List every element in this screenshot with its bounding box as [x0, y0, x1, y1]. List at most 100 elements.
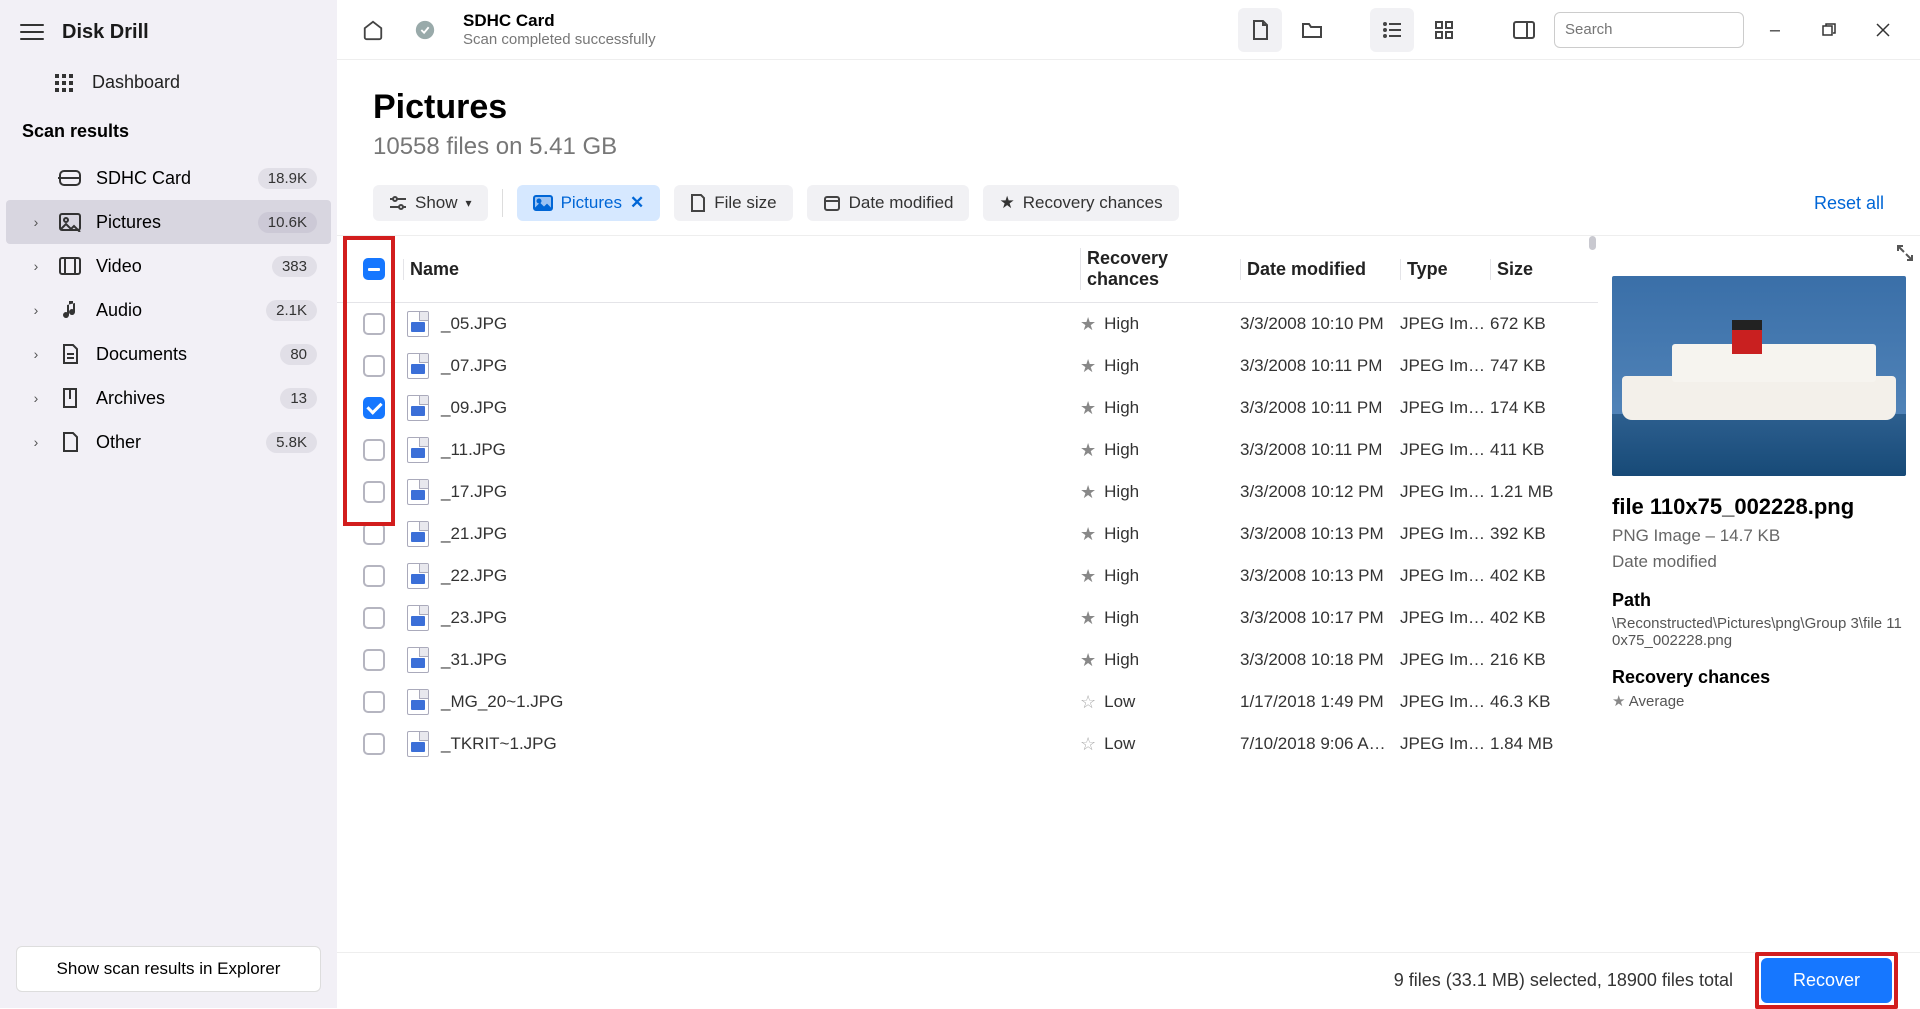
home-button[interactable] [351, 8, 395, 52]
recovery-value: High [1104, 608, 1139, 628]
recovery-value: High [1104, 482, 1139, 502]
panel-toggle-button[interactable] [1502, 8, 1546, 52]
sidebar-item-pictures[interactable]: ›Pictures10.6K [6, 200, 331, 244]
search-box[interactable] [1554, 12, 1744, 48]
sidebar-item-audio[interactable]: ›Audio2.1K [6, 288, 331, 332]
close-button[interactable] [1860, 7, 1906, 53]
remove-filter-icon[interactable]: ✕ [630, 193, 644, 213]
reset-filters[interactable]: Reset all [1814, 193, 1884, 214]
pictures-filter[interactable]: Pictures ✕ [517, 185, 661, 221]
recovery-value: High [1104, 440, 1139, 460]
col-type[interactable]: Type [1400, 259, 1490, 280]
file-type-icon [407, 731, 429, 757]
details-panel: file 110x75_002228.png PNG Image – 14.7 … [1598, 236, 1920, 952]
dashboard-label: Dashboard [92, 72, 180, 93]
row-checkbox[interactable] [363, 565, 385, 587]
size-value: 1.84 MB [1490, 734, 1590, 754]
select-all-checkbox[interactable] [363, 258, 385, 280]
search-input[interactable] [1565, 21, 1764, 38]
star-icon: ★ [1080, 314, 1096, 335]
file-type-icon [407, 605, 429, 631]
recovery-value: High [1104, 398, 1139, 418]
table-row[interactable]: _TKRIT~1.JPG ☆Low 7/10/2018 9:06 A… JPEG… [337, 723, 1598, 765]
table-row[interactable]: _21.JPG ★High 3/3/2008 10:13 PM JPEG Im…… [337, 513, 1598, 555]
sidebar-item-sdhc-card[interactable]: SDHC Card18.9K [6, 156, 331, 200]
star-icon: ★ [999, 193, 1014, 213]
type-value: JPEG Im… [1400, 692, 1490, 712]
expand-icon[interactable] [1896, 244, 1914, 262]
sidebar-item-documents[interactable]: ›Documents80 [6, 332, 331, 376]
show-filter[interactable]: Show ▾ [373, 185, 488, 221]
sidebar-item-other[interactable]: ›Other5.8K [6, 420, 331, 464]
file-name: _23.JPG [441, 608, 507, 628]
row-checkbox[interactable] [363, 733, 385, 755]
table-header: Name Recovery chances Date modified Type… [337, 236, 1598, 303]
sidebar-item-video[interactable]: ›Video383 [6, 244, 331, 288]
chevron-right-icon [28, 170, 44, 186]
table-row[interactable]: _22.JPG ★High 3/3/2008 10:13 PM JPEG Im…… [337, 555, 1598, 597]
grid-icon [54, 73, 74, 93]
chevron-right-icon: › [28, 258, 44, 274]
table-row[interactable]: _31.JPG ★High 3/3/2008 10:18 PM JPEG Im…… [337, 639, 1598, 681]
table-row[interactable]: _09.JPG ★High 3/3/2008 10:11 PM JPEG Im…… [337, 387, 1598, 429]
col-size[interactable]: Size [1490, 259, 1590, 280]
row-checkbox[interactable] [363, 355, 385, 377]
sidebar-item-label: Video [96, 256, 258, 277]
sidebar-item-archives[interactable]: ›Archives13 [6, 376, 331, 420]
row-checkbox[interactable] [363, 481, 385, 503]
row-checkbox[interactable] [363, 313, 385, 335]
grid-view-button[interactable] [1422, 8, 1466, 52]
recovery-value: High [1104, 314, 1139, 334]
show-in-explorer-button[interactable]: Show scan results in Explorer [16, 946, 321, 992]
recovery-filter[interactable]: ★ Recovery chances [983, 185, 1178, 221]
category-icon [58, 166, 82, 190]
sidebar-item-count: 18.9K [258, 168, 317, 189]
row-checkbox[interactable] [363, 439, 385, 461]
date-filter[interactable]: Date modified [807, 185, 970, 221]
col-date[interactable]: Date modified [1240, 259, 1400, 280]
preview-image [1612, 276, 1906, 476]
type-value: JPEG Im… [1400, 356, 1490, 376]
details-filename: file 110x75_002228.png [1612, 494, 1906, 520]
page-title: Pictures [373, 88, 1884, 127]
table-row[interactable]: _17.JPG ★High 3/3/2008 10:12 PM JPEG Im…… [337, 471, 1598, 513]
filesize-filter[interactable]: File size [674, 185, 792, 221]
file-name: _07.JPG [441, 356, 507, 376]
table-row[interactable]: _MG_20~1.JPG ☆Low 1/17/2018 1:49 PM JPEG… [337, 681, 1598, 723]
star-icon: ★ [1080, 440, 1096, 461]
minimize-button[interactable]: ─ [1752, 7, 1798, 53]
chevron-right-icon: › [28, 346, 44, 362]
file-name: _11.JPG [441, 440, 506, 460]
star-icon: ★ [1080, 482, 1096, 503]
table-row[interactable]: _07.JPG ★High 3/3/2008 10:11 PM JPEG Im…… [337, 345, 1598, 387]
row-checkbox[interactable] [363, 649, 385, 671]
col-recovery[interactable]: Recovery chances [1080, 248, 1240, 290]
folder-icon-button[interactable] [1290, 8, 1334, 52]
category-icon [58, 298, 82, 322]
dashboard-link[interactable]: Dashboard [0, 64, 337, 113]
date-value: 3/3/2008 10:18 PM [1240, 650, 1400, 670]
recovery-value: High [1104, 356, 1139, 376]
col-name[interactable]: Name [403, 259, 1080, 280]
row-checkbox[interactable] [363, 397, 385, 419]
file-type-icon [407, 479, 429, 505]
list-view-button[interactable] [1370, 8, 1414, 52]
recovery-value: High [1104, 524, 1139, 544]
table-row[interactable]: _05.JPG ★High 3/3/2008 10:10 PM JPEG Im…… [337, 303, 1598, 345]
maximize-button[interactable] [1806, 7, 1852, 53]
row-checkbox[interactable] [363, 607, 385, 629]
image-icon [533, 195, 553, 211]
sidebar: Disk Drill Dashboard Scan results SDHC C… [0, 0, 337, 1008]
file-type-icon [407, 521, 429, 547]
type-value: JPEG Im… [1400, 440, 1490, 460]
sidebar-item-label: Audio [96, 300, 252, 321]
row-checkbox[interactable] [363, 523, 385, 545]
file-icon-button[interactable] [1238, 8, 1282, 52]
menu-icon[interactable] [20, 20, 44, 44]
scrollbar-thumb[interactable] [1589, 236, 1596, 250]
table-row[interactable]: _23.JPG ★High 3/3/2008 10:17 PM JPEG Im…… [337, 597, 1598, 639]
row-checkbox[interactable] [363, 691, 385, 713]
table-row[interactable]: _11.JPG ★High 3/3/2008 10:11 PM JPEG Im…… [337, 429, 1598, 471]
sidebar-item-count: 2.1K [266, 300, 317, 321]
recover-button[interactable]: Recover [1761, 958, 1892, 1003]
